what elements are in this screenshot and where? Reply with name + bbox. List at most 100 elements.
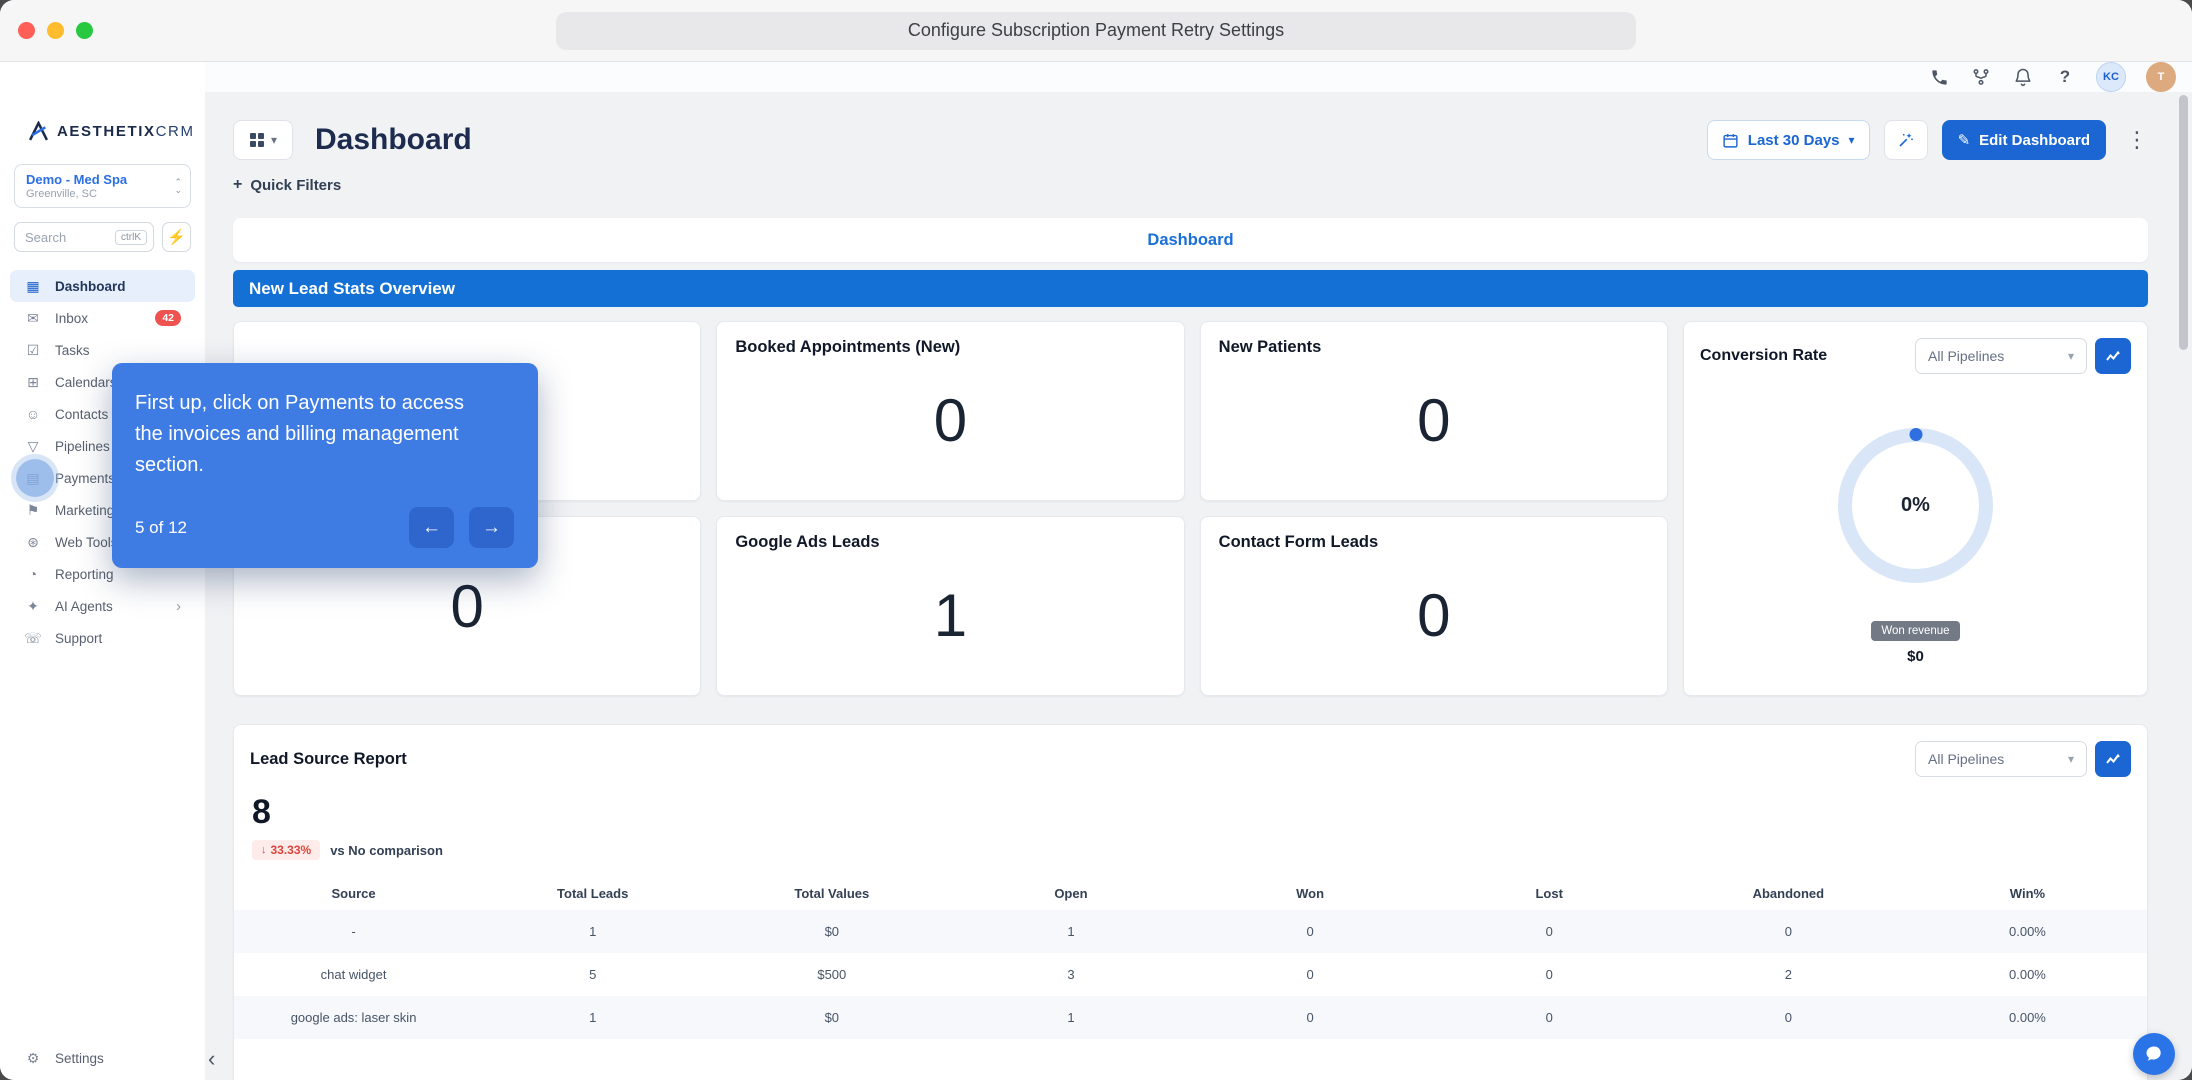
chevron-down-icon: ▾ [2067, 752, 2074, 766]
pencil-icon: ✎ [1957, 132, 1971, 149]
chart-type-toggle-button[interactable] [2095, 338, 2131, 374]
column-header: Won [1296, 885, 1325, 901]
lightning-icon: ⚡ [167, 229, 186, 246]
chart-type-toggle-button[interactable] [2095, 741, 2131, 777]
table-cell: 0 [1545, 967, 1553, 982]
pipelines-filter-select[interactable]: All Pipelines ▾ [1915, 338, 2087, 374]
web-tools-icon: ⊛ [27, 533, 39, 550]
app-window: Configure Subscription Payment Retry Set… [0, 0, 2192, 1080]
chart-icon [2106, 350, 2120, 361]
scrollbar-thumb[interactable] [2179, 95, 2188, 350]
sidebar-item-tasks[interactable]: ☑ Tasks [10, 334, 195, 366]
contacts-icon: ☺ [25, 406, 41, 422]
calendars-icon: ⊞ [27, 373, 39, 390]
table-cell: $500 [817, 967, 847, 982]
help-icon[interactable]: ? [2054, 66, 2076, 88]
stat-card: Contact Form Leads 0 [1199, 516, 1668, 696]
table-cell: chat widget [320, 967, 387, 982]
tour-next-button[interactable]: → [469, 507, 514, 548]
tour-text: First up, click on Payments to access th… [135, 392, 465, 476]
comparison-label: vs No comparison [330, 842, 443, 858]
gear-icon: ⚙ [26, 1049, 40, 1066]
magic-wand-button[interactable] [1883, 120, 1928, 160]
tab-dashboard[interactable]: Dashboard [1147, 231, 1233, 250]
close-button[interactable] [18, 22, 35, 39]
brand-logo-icon [28, 120, 49, 140]
zoom-button[interactable] [76, 22, 93, 39]
table-cell: 0.00% [2009, 1010, 2046, 1025]
quick-actions-button[interactable]: ⚡ [162, 222, 191, 252]
edit-dashboard-label: Edit Dashboard [1979, 131, 2090, 149]
arrow-down-icon: ↓ [261, 844, 267, 856]
tour-popup: First up, click on Payments to access th… [112, 363, 538, 568]
user-avatar[interactable]: KC [2096, 62, 2126, 92]
page-header: ▾ Dashboard Last 30 Days ▾ ✎ Edit Dashbo… [233, 118, 2148, 162]
table-cell: 0 [1545, 1010, 1553, 1025]
stat-card-title: New Patients [1218, 338, 1322, 356]
column-header: Open [1054, 885, 1088, 901]
search-input-wrap[interactable]: ctrlK [14, 222, 154, 252]
dashboard-switcher-button[interactable]: ▾ [233, 120, 293, 160]
edit-dashboard-button[interactable]: ✎ Edit Dashboard [1941, 120, 2106, 160]
phone-icon[interactable] [1928, 66, 1950, 88]
plus-icon: + [233, 176, 243, 193]
chevron-down-icon: ▾ [1848, 133, 1855, 147]
sidebar-item-ai-agents[interactable]: ✦ AI Agents › [10, 590, 195, 622]
stat-card-title: Booked Appointments (New) [735, 338, 961, 356]
sidebar-item-settings[interactable]: ⚙ Settings [10, 1042, 195, 1074]
search-input[interactable] [25, 229, 115, 245]
location-selector[interactable]: Demo - Med Spa Greenville, SC ⌃ ⌄ [14, 164, 191, 208]
dashboard-icon: ▦ [26, 277, 40, 294]
lead-source-filter-select[interactable]: All Pipelines ▾ [1915, 741, 2087, 777]
date-range-button[interactable]: Last 30 Days ▾ [1706, 120, 1870, 160]
sidebar-item-dashboard[interactable]: ▦ Dashboard [10, 270, 195, 302]
updown-chevron-icon: ⌃ ⌄ [174, 177, 182, 195]
tour-spotlight-circle [16, 459, 54, 497]
column-header: Total Leads [557, 885, 629, 901]
conversion-title: Conversion Rate [1700, 347, 1828, 364]
sidebar-item-support[interactable]: ☏ Support [10, 622, 195, 654]
titlebar: Configure Subscription Payment Retry Set… [0, 0, 2192, 62]
table-cell: $0 [824, 924, 840, 939]
table-cell: 1 [589, 1010, 597, 1025]
wand-icon [1898, 133, 1913, 147]
traffic-lights [18, 22, 93, 39]
table-cell: 1 [1067, 1010, 1075, 1025]
table-row: - 1 $0 1 0 0 0 0.00% [234, 910, 2147, 953]
reporting-icon: ◔ [28, 566, 38, 582]
table-cell: 1 [1067, 924, 1075, 939]
arrow-right-icon: → [482, 516, 501, 538]
table-cell: 2 [1784, 967, 1792, 982]
won-revenue-value: $0 [1907, 648, 1924, 665]
table-header-row: Source Total Leads Total Values Open Won Lost… [234, 876, 2147, 910]
kebab-menu-icon[interactable]: ⋮ [2126, 129, 2148, 151]
sidebar-collapse-button[interactable]: ‹ [208, 1046, 215, 1072]
table-cell: 0 [1306, 1010, 1314, 1025]
table-cell: 0 [1545, 924, 1553, 939]
minimize-button[interactable] [47, 22, 64, 39]
section-banner: New Lead Stats Overview [233, 270, 2148, 307]
sidebar-item-inbox[interactable]: ✉ Inbox 42 [10, 302, 195, 334]
arrow-left-icon: ← [422, 516, 441, 538]
chat-widget-button[interactable] [2133, 1033, 2175, 1075]
top-utility-bar: ? KC T [205, 62, 2192, 92]
conversion-rate-card: Conversion Rate All Pipelines ▾ 0% Won r… [1683, 321, 2148, 696]
column-header: Win% [2009, 885, 2046, 901]
table-cell: $0 [824, 1010, 840, 1025]
pipelines-icon: ▽ [27, 437, 39, 454]
stat-card-value: 1 [933, 582, 968, 649]
bell-icon[interactable] [2012, 66, 2034, 88]
chevron-down-icon: ▾ [2067, 349, 2074, 363]
column-header: Total Values [794, 885, 870, 901]
chart-icon [2106, 753, 2120, 764]
tour-back-button[interactable]: ← [409, 507, 454, 548]
table-row: google ads: laser skin 1 $0 1 0 0 0 0.00% [234, 996, 2147, 1039]
support-icon: ☏ [24, 629, 42, 646]
donut-progress-dot [1909, 428, 1922, 441]
secondary-avatar[interactable]: T [2146, 62, 2176, 92]
workflow-icon[interactable] [1970, 66, 1992, 88]
quick-filters-button[interactable]: + Quick Filters [233, 176, 341, 194]
lead-source-filter-value: All Pipelines [1928, 751, 2005, 767]
column-header: Abandoned [1752, 885, 1825, 901]
table-cell: 5 [589, 967, 597, 982]
